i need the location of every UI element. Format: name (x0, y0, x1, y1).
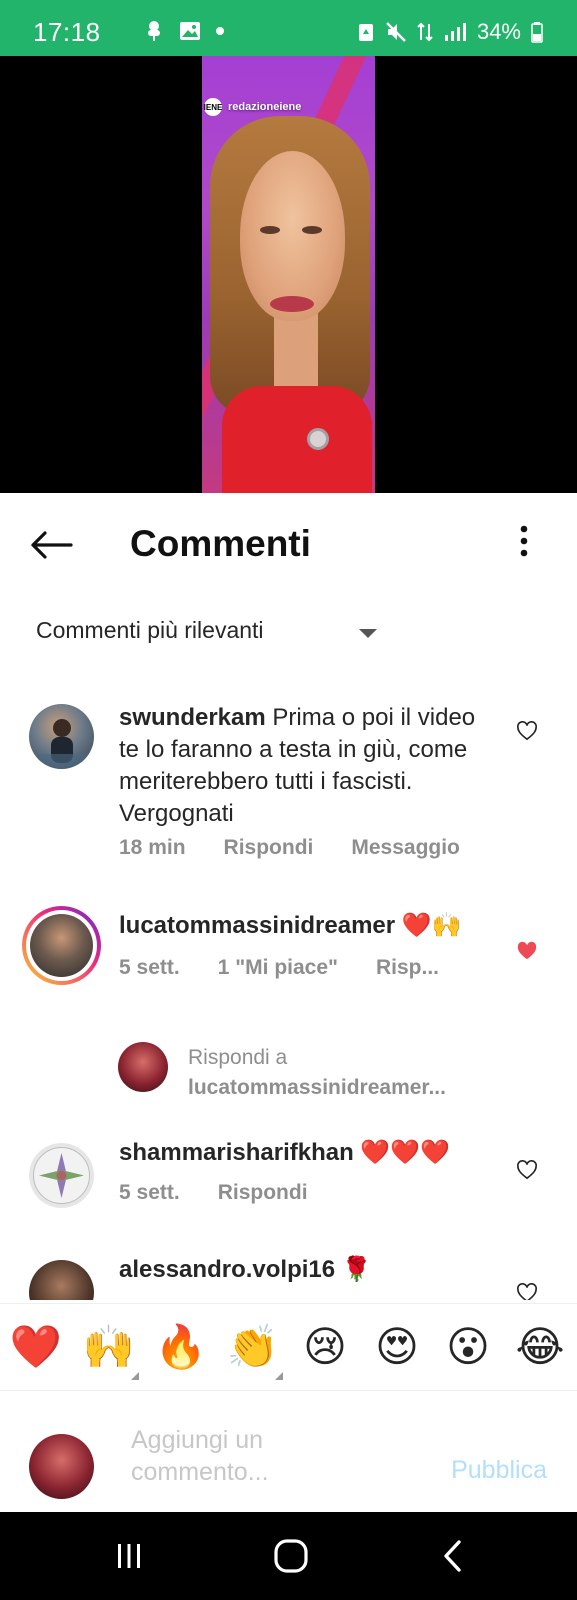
recent-apps-button[interactable] (104, 1534, 154, 1578)
comment-meta: 5 sett. 1 "Mi piace" Risp... (119, 956, 477, 980)
video-username: redazioneiene (228, 101, 302, 113)
avatar-pattern-icon (33, 1147, 90, 1204)
comment-text: lucatommassinidreamer ❤️🙌 (119, 910, 507, 942)
like-button[interactable] (514, 1157, 540, 1183)
status-time: 17:18 (33, 17, 101, 47)
comment-composer: Aggiungi un commento... Pubblica (0, 1392, 577, 1512)
home-icon (274, 1539, 308, 1573)
comments-list[interactable]: swunderkam Prima o poi il video te lo fa… (0, 690, 577, 1300)
video-eye (302, 226, 322, 234)
tree-icon (148, 21, 160, 41)
comment-meta: 18 min Rispondi Messaggio (119, 836, 498, 860)
comment-time: 5 sett. (119, 1181, 180, 1204)
video-user-tag[interactable]: IENE redazioneiene (204, 98, 301, 116)
battery-icon (531, 22, 543, 43)
like-button[interactable] (514, 938, 540, 964)
emoji-laughing[interactable]: 😂 (513, 1322, 567, 1372)
comment-time: 18 min (119, 836, 186, 859)
avatar (30, 914, 93, 977)
status-right-icons: 34% (357, 19, 543, 45)
video-eye (260, 226, 280, 234)
skin-tone-indicator (131, 1372, 139, 1380)
avatar[interactable] (29, 1260, 94, 1300)
mute-icon (386, 22, 406, 42)
comment-username[interactable]: lucatommassinidreamer (119, 912, 395, 939)
reply-prefix: Rispondi a (188, 1046, 288, 1069)
video-player[interactable]: IENE redazioneiene (0, 56, 577, 493)
heart-outline-icon (517, 1160, 537, 1180)
comment-text: swunderkam Prima o poi il video te lo fa… (119, 702, 497, 830)
avatar (118, 1042, 168, 1092)
more-vertical-icon (520, 525, 528, 557)
reply-link[interactable]: Rispondi (224, 836, 314, 860)
reply-text: Rispondi a lucatommassinidreamer... (188, 1043, 446, 1103)
emoji-crying[interactable]: 😢 (298, 1322, 352, 1372)
comment-meta: 5 sett. Rispondi (119, 1181, 346, 1205)
heart-filled-icon (517, 941, 537, 960)
comment-content: ❤️🙌 (395, 912, 462, 939)
data-arrows-icon (417, 22, 433, 42)
emoji-clap[interactable]: 👏 (226, 1322, 280, 1372)
comment-content: 🌹 (335, 1256, 372, 1283)
comment-text: alessandro.volpi16 🌹 (119, 1254, 497, 1286)
emoji-heart-eyes[interactable]: 😍 (370, 1322, 424, 1372)
sort-dropdown[interactable]: Commenti più rilevanti (36, 617, 377, 644)
page-title: Commenti (130, 523, 311, 564)
back-button[interactable] (26, 523, 76, 567)
skin-tone-indicator (275, 1372, 283, 1380)
signal-icon (444, 23, 466, 41)
like-button[interactable] (514, 1280, 540, 1300)
reply-link[interactable]: Rispondi (218, 1181, 308, 1205)
comment-username[interactable]: shammarisharifkhan (119, 1139, 354, 1166)
comment-username[interactable]: alessandro.volpi16 (119, 1256, 335, 1283)
more-options-button[interactable] (509, 519, 539, 563)
comment-text: shammarisharifkhan ❤️❤️❤️ (119, 1137, 497, 1169)
reply-link[interactable]: Risp... (376, 956, 439, 980)
message-link[interactable]: Messaggio (351, 836, 460, 860)
emoji-heart[interactable]: ❤️ (9, 1322, 63, 1372)
dot-icon (216, 27, 224, 35)
home-button[interactable] (266, 1534, 316, 1578)
video-frame: IENE redazioneiene (202, 56, 375, 493)
comment-time: 5 sett. (119, 956, 180, 979)
video-lips (270, 296, 314, 312)
emoji-raised-hands[interactable]: 🙌 (82, 1322, 136, 1372)
arrow-left-icon (31, 531, 73, 559)
status-left-icons (143, 20, 225, 42)
battery-percent: 34% (476, 19, 521, 44)
video-shirt (222, 386, 372, 493)
status-bar: 17:18 34% (0, 0, 577, 56)
comment-content: ❤️❤️❤️ (353, 1139, 451, 1166)
heart-outline-icon (517, 1283, 537, 1300)
recent-apps-icon (118, 1544, 140, 1568)
comment-username[interactable]: swunderkam (119, 704, 266, 731)
system-nav-bar (0, 1512, 577, 1600)
publish-button[interactable]: Pubblica (451, 1456, 547, 1485)
emoji-surprised[interactable]: 😮 (441, 1322, 495, 1372)
like-button[interactable] (514, 718, 540, 744)
recycle-icon (358, 24, 373, 41)
heart-outline-icon (517, 721, 537, 741)
reply-target[interactable]: lucatommassinidreamer... (188, 1076, 446, 1099)
avatar-story-ring[interactable] (22, 906, 101, 985)
video-user-avatar: IENE (204, 98, 222, 116)
comments-header: Commenti (0, 493, 577, 593)
caret-down-icon (359, 629, 377, 638)
avatar[interactable] (29, 704, 94, 769)
sort-label: Commenti più rilevanti (36, 617, 264, 643)
emoji-quick-bar: ❤️ 🙌 🔥 👏 😢 😍 😮 😂 (0, 1303, 577, 1391)
comment-input[interactable]: Aggiungi un commento... (131, 1424, 331, 1488)
chevron-left-icon (444, 1540, 461, 1572)
likes-count[interactable]: 1 "Mi piace" (218, 956, 338, 980)
avatar-photo-icon (29, 719, 94, 769)
emoji-fire[interactable]: 🔥 (154, 1322, 208, 1372)
avatar (29, 1434, 94, 1499)
video-pendant (307, 428, 329, 450)
image-icon (180, 22, 200, 40)
back-nav-button[interactable] (428, 1534, 478, 1578)
avatar[interactable] (29, 1143, 94, 1208)
